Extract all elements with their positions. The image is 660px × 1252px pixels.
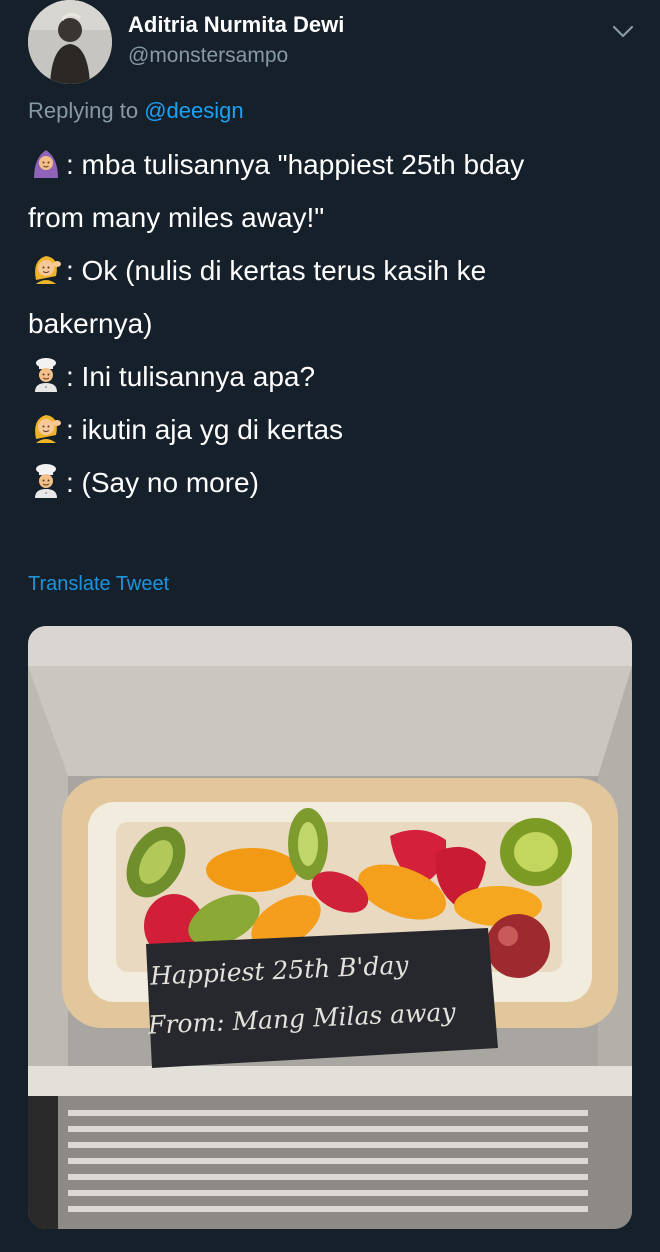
tweet-line: : Ok (nulis di kertas terus kasih ke — [28, 244, 638, 297]
tweet-line: bakernya) — [28, 297, 638, 350]
tweet-line-text: from many miles away!" — [28, 202, 325, 233]
replying-to: Replying to @deesign — [28, 98, 244, 124]
tweet-line-text: : (Say no more) — [66, 467, 259, 498]
author-handle[interactable]: @monstersampo — [128, 44, 288, 68]
woman-headscarf-emoji — [34, 150, 58, 178]
fruit-cake-photo-icon — [28, 626, 632, 1229]
replying-to-prefix: Replying to — [28, 98, 145, 123]
tweet-line: : Ini tulisannya apa? — [28, 350, 638, 403]
translate-tweet-link[interactable]: Translate Tweet — [28, 573, 169, 596]
tweet-line: : mba tulisannya "happiest 25th bday — [28, 138, 638, 191]
tweet-text: : mba tulisannya "happiest 25th bday fro… — [28, 138, 638, 509]
tweet-line-text: : Ini tulisannya apa? — [66, 361, 316, 392]
tweet-line-text: bakernya) — [28, 308, 153, 339]
chevron-down-icon[interactable] — [610, 20, 636, 42]
tweet-line: : ikutin aja yg di kertas — [28, 403, 638, 456]
tweet-photo[interactable]: Happiest 25th B'day From: Mang Milas awa… — [28, 626, 632, 1229]
woman-tipping-hand-emoji — [35, 415, 61, 443]
tweet-detail: Aditria Nurmita Dewi @monstersampo Reply… — [0, 0, 660, 1252]
avatar[interactable] — [28, 0, 112, 84]
tweet-line-text: : Ok (nulis di kertas terus kasih ke — [66, 255, 487, 286]
author-display-name[interactable]: Aditria Nurmita Dewi — [128, 12, 344, 38]
woman-tipping-hand-emoji — [35, 256, 61, 284]
tweet-line: from many miles away!" — [28, 191, 638, 244]
cook-emoji — [35, 358, 57, 392]
replying-to-mention[interactable]: @deesign — [144, 98, 243, 123]
cook-emoji — [35, 464, 57, 498]
tweet-line-text: : ikutin aja yg di kertas — [66, 414, 344, 445]
tweet-line-text: : mba tulisannya "happiest 25th bday — [66, 149, 525, 180]
tweet-line: : (Say no more) — [28, 456, 638, 509]
